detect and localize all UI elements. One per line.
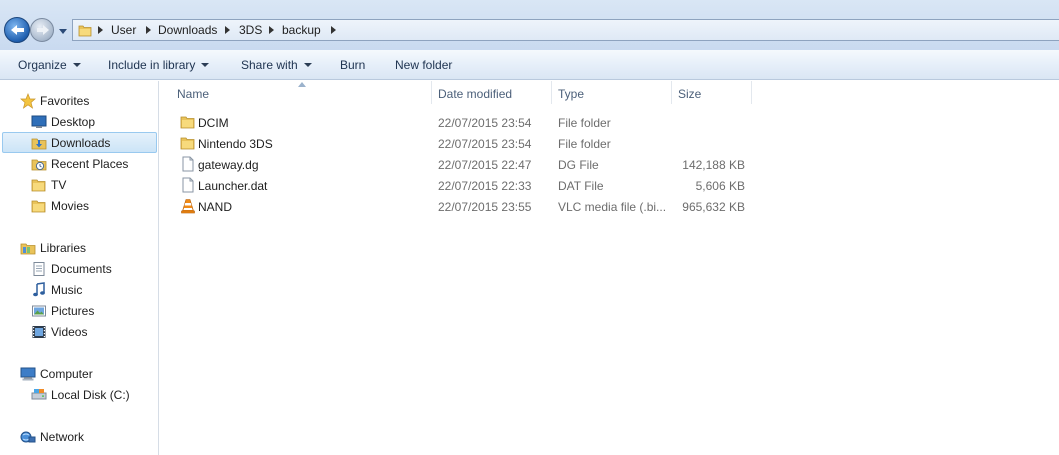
forward-arrow-icon bbox=[37, 25, 49, 35]
file-date: 22/07/2015 22:33 bbox=[438, 179, 532, 193]
downloads-icon bbox=[31, 138, 47, 150]
music-icon bbox=[33, 282, 45, 297]
navigation-pane[interactable]: Favorites Desktop Downloads Recent Place… bbox=[0, 81, 159, 455]
file-list-view[interactable]: Name Date modified Type Size DCIM 22/07/… bbox=[160, 81, 1059, 455]
star-icon bbox=[20, 93, 36, 109]
file-size: 5,606 KB bbox=[695, 179, 745, 193]
videos-icon bbox=[32, 326, 46, 338]
folder-icon bbox=[78, 25, 92, 37]
nav-item-label: Movies bbox=[51, 199, 90, 213]
file-type: DAT File bbox=[558, 179, 604, 193]
drive-icon bbox=[31, 389, 47, 400]
file-date: 22/07/2015 23:54 bbox=[438, 137, 532, 151]
organize-label: Organize bbox=[18, 58, 67, 72]
new-folder-button[interactable]: New folder bbox=[395, 58, 452, 72]
network-icon bbox=[20, 431, 36, 443]
nav-item-label: Videos bbox=[51, 325, 88, 339]
file-date: 22/07/2015 23:54 bbox=[438, 116, 532, 130]
breadcrumb-chevron-icon[interactable] bbox=[268, 26, 275, 34]
breadcrumb-3ds[interactable]: 3DS bbox=[239, 23, 262, 37]
column-divider[interactable] bbox=[751, 81, 752, 104]
nav-item-label: Recent Places bbox=[51, 157, 129, 171]
chevron-down-icon bbox=[303, 63, 312, 67]
column-divider[interactable] bbox=[671, 81, 672, 104]
file-name: gateway.dg bbox=[198, 158, 259, 172]
file-icon bbox=[182, 177, 194, 193]
nav-item-label: Desktop bbox=[51, 115, 96, 129]
documents-icon bbox=[33, 262, 45, 276]
file-type: DG File bbox=[558, 158, 599, 172]
file-type: File folder bbox=[558, 137, 611, 151]
nav-item-label: Documents bbox=[51, 262, 112, 276]
nav-favorites-label: Favorites bbox=[40, 94, 90, 108]
file-row[interactable]: gateway.dg 22/07/2015 22:47 DG File 142,… bbox=[176, 154, 876, 175]
column-header-size[interactable]: Size bbox=[678, 87, 701, 101]
nav-item-label: Downloads bbox=[51, 136, 111, 150]
nav-item-label: Local Disk (C:) bbox=[51, 388, 130, 402]
folder-icon bbox=[180, 137, 195, 150]
include-in-library-button[interactable]: Include in library bbox=[108, 58, 210, 72]
new-folder-label: New folder bbox=[395, 58, 453, 72]
folder-icon bbox=[31, 200, 46, 213]
pictures-icon bbox=[32, 305, 46, 317]
address-bar[interactable]: User Downloads 3DS backup bbox=[72, 19, 1059, 41]
share-with-label: Share with bbox=[241, 58, 298, 72]
file-size: 965,632 KB bbox=[682, 200, 745, 214]
file-row[interactable]: Nintendo 3DS 22/07/2015 23:54 File folde… bbox=[176, 133, 876, 154]
nav-libraries-label: Libraries bbox=[40, 241, 87, 255]
breadcrumb-chevron-icon[interactable] bbox=[224, 26, 231, 34]
chevron-down-icon bbox=[201, 63, 210, 67]
sort-ascending-icon bbox=[298, 82, 306, 87]
file-date: 22/07/2015 23:55 bbox=[438, 200, 532, 214]
file-name: Launcher.dat bbox=[198, 179, 268, 193]
back-button[interactable] bbox=[4, 17, 30, 43]
recent-pages-dropdown[interactable] bbox=[58, 26, 68, 36]
breadcrumb-downloads[interactable]: Downloads bbox=[158, 23, 217, 37]
navigation-bar: User Downloads 3DS backup bbox=[0, 0, 1059, 50]
include-in-library-label: Include in library bbox=[108, 58, 196, 72]
folder-icon bbox=[180, 116, 195, 129]
file-row[interactable]: Launcher.dat 22/07/2015 22:33 DAT File 5… bbox=[176, 175, 876, 196]
computer-icon bbox=[20, 367, 36, 381]
nav-network-label: Network bbox=[40, 430, 85, 444]
forward-button[interactable] bbox=[30, 18, 54, 42]
chevron-down-icon bbox=[72, 63, 81, 67]
desktop-icon bbox=[31, 115, 47, 128]
column-divider[interactable] bbox=[431, 81, 432, 104]
breadcrumb-chevron-icon[interactable] bbox=[97, 26, 104, 34]
nav-computer-label: Computer bbox=[40, 367, 93, 381]
breadcrumb-user[interactable]: User bbox=[111, 23, 136, 37]
recent-places-icon bbox=[31, 159, 47, 171]
organize-button[interactable]: Organize bbox=[18, 58, 81, 72]
column-divider[interactable] bbox=[551, 81, 552, 104]
back-arrow-icon bbox=[11, 25, 24, 35]
file-name: Nintendo 3DS bbox=[198, 137, 273, 151]
command-toolbar: Organize Include in library Share with B… bbox=[0, 50, 1059, 80]
libraries-icon bbox=[20, 243, 36, 255]
file-date: 22/07/2015 22:47 bbox=[438, 158, 532, 172]
breadcrumb-chevron-icon[interactable] bbox=[145, 26, 152, 34]
file-name: NAND bbox=[198, 200, 233, 214]
nav-item-label: Music bbox=[51, 283, 83, 297]
folder-icon bbox=[31, 179, 46, 192]
vlc-icon bbox=[181, 199, 195, 214]
file-size: 142,188 KB bbox=[682, 158, 745, 172]
nav-item-label: TV bbox=[51, 178, 67, 192]
column-header-name[interactable]: Name bbox=[177, 87, 209, 101]
file-row[interactable]: DCIM 22/07/2015 23:54 File folder bbox=[176, 112, 876, 133]
breadcrumb-chevron-icon[interactable] bbox=[330, 26, 337, 34]
column-header-date-modified[interactable]: Date modified bbox=[438, 87, 512, 101]
file-icon bbox=[182, 156, 194, 172]
column-header-type[interactable]: Type bbox=[558, 87, 584, 101]
burn-button[interactable]: Burn bbox=[340, 58, 365, 72]
nav-item-label: Pictures bbox=[51, 304, 95, 318]
breadcrumb-backup[interactable]: backup bbox=[282, 23, 321, 37]
file-type: VLC media file (.bi... bbox=[558, 200, 667, 214]
share-with-button[interactable]: Share with bbox=[241, 58, 312, 72]
file-row[interactable]: NAND 22/07/2015 23:55 VLC media file (.b… bbox=[176, 196, 876, 217]
file-type: File folder bbox=[558, 116, 611, 130]
burn-label: Burn bbox=[340, 58, 366, 72]
file-name: DCIM bbox=[198, 116, 229, 130]
